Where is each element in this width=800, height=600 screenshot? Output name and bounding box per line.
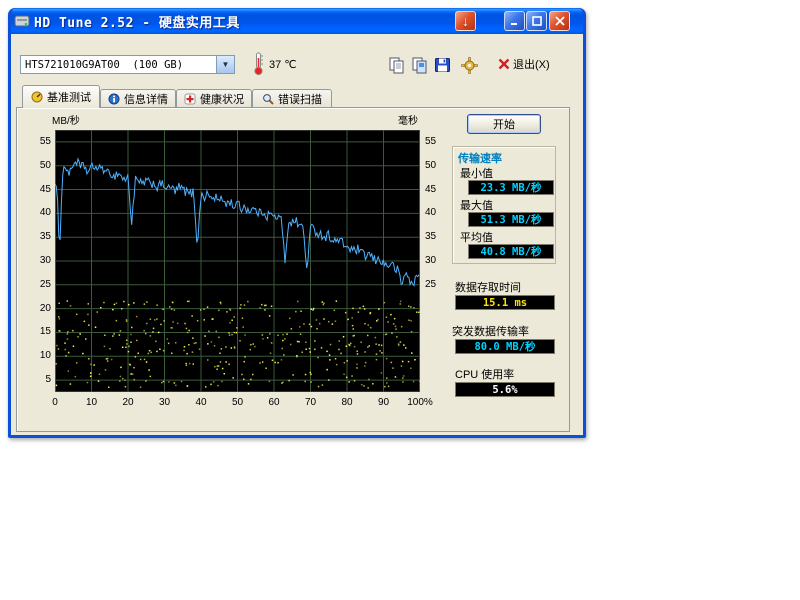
x-tick: 30 — [159, 397, 170, 408]
tab-health[interactable]: 健康状况 — [176, 89, 252, 107]
y-left-tick: 25 — [19, 279, 51, 290]
health-tab-icon — [184, 93, 196, 105]
burst-rate-value: 80.0 MB/秒 — [455, 339, 555, 354]
y-left-tick: 5 — [19, 374, 51, 385]
y-left-tick: 50 — [19, 160, 51, 171]
tab-error-scan[interactable]: 错误扫描 — [252, 89, 332, 107]
x-tick: 70 — [305, 397, 316, 408]
minimize-button[interactable] — [504, 11, 525, 31]
tab-info-label: 信息详情 — [124, 91, 168, 107]
cpu-usage-label: CPU 使用率 — [455, 366, 514, 382]
y-left-tick: 40 — [19, 207, 51, 218]
close-icon — [555, 16, 565, 26]
hdtune-window: HD Tune 2.52 - 硬盘实用工具 ↓ HTS721010G9AT00 … — [8, 8, 586, 438]
exit-x-icon — [498, 58, 510, 70]
thermometer-icon — [253, 52, 264, 76]
avg-label: 平均值 — [460, 229, 493, 245]
magnifier-tab-icon — [262, 93, 274, 105]
y-right-tick: 50 — [425, 160, 436, 171]
y-left-tick: 55 — [19, 136, 51, 147]
access-time-value: 15.1 ms — [455, 295, 555, 310]
x-tick: 50 — [232, 397, 243, 408]
app-icon — [14, 13, 30, 29]
close-button[interactable] — [549, 11, 570, 31]
temperature-value: 37 ℃ — [269, 58, 297, 71]
y-right-tick: 40 — [425, 207, 436, 218]
benchmark-tab-icon — [31, 91, 43, 103]
info-tab-icon — [108, 93, 120, 105]
maximize-icon — [532, 16, 542, 26]
benchmark-chart — [55, 130, 420, 392]
avg-value: 40.8 MB/秒 — [468, 244, 554, 259]
cpu-usage-value: 5.6% — [455, 382, 555, 397]
x-tick: 20 — [122, 397, 133, 408]
y-right-tick: 30 — [425, 255, 436, 266]
window-body: HTS721010G9AT00 (100 GB) ▼ 37 ℃ — [11, 34, 583, 435]
tab-info[interactable]: 信息详情 — [100, 89, 176, 107]
max-label: 最大值 — [460, 197, 493, 213]
transfer-rate-title: 传输速率 — [458, 150, 502, 166]
x-tick: 40 — [195, 397, 206, 408]
copy-image-icon — [411, 57, 428, 74]
y-left-tick: 15 — [19, 326, 51, 337]
x-tick: 90 — [378, 397, 389, 408]
x-tick: 60 — [268, 397, 279, 408]
y-left-tick: 30 — [19, 255, 51, 266]
copy-image-button[interactable] — [408, 54, 430, 76]
save-screenshot-button[interactable] — [431, 54, 453, 76]
x-tick: 10 — [86, 397, 97, 408]
left-axis-title: MB/秒 — [52, 112, 80, 127]
titlebar[interactable]: HD Tune 2.52 - 硬盘实用工具 ↓ — [11, 8, 583, 34]
save-icon — [434, 57, 451, 74]
tab-health-label: 健康状况 — [200, 91, 244, 107]
exit-button[interactable]: 退出(X) — [495, 55, 553, 73]
access-time-label: 数据存取时间 — [455, 279, 521, 295]
download-button[interactable]: ↓ — [455, 11, 476, 31]
download-arrow-icon: ↓ — [462, 14, 469, 28]
min-value: 23.3 MB/秒 — [468, 180, 554, 195]
y-left-tick: 20 — [19, 303, 51, 314]
minimize-icon — [510, 16, 520, 26]
temperature-indicator: 37 ℃ — [253, 52, 297, 76]
tab-benchmark-label: 基准测试 — [47, 89, 91, 105]
exit-label: 退出(X) — [513, 56, 550, 72]
min-label: 最小值 — [460, 165, 493, 181]
maximize-button[interactable] — [526, 11, 547, 31]
x-tick: 0 — [52, 397, 58, 408]
drive-select[interactable]: HTS721010G9AT00 (100 GB) ▼ — [20, 55, 235, 74]
chevron-down-icon[interactable]: ▼ — [216, 56, 234, 73]
y-right-tick: 55 — [425, 136, 436, 147]
tab-error-scan-label: 错误扫描 — [278, 91, 322, 107]
y-right-tick: 35 — [425, 231, 436, 242]
y-left-tick: 45 — [19, 184, 51, 195]
drive-select-value: HTS721010G9AT00 (100 GB) — [21, 59, 216, 71]
y-right-tick: 45 — [425, 184, 436, 195]
desktop: HD Tune 2.52 - 硬盘实用工具 ↓ HTS721010G9AT00 … — [0, 0, 800, 600]
copy-text-icon — [388, 57, 405, 74]
window-title: HD Tune 2.52 - 硬盘实用工具 — [34, 12, 240, 31]
tab-benchmark[interactable]: 基准测试 — [22, 85, 100, 108]
start-button[interactable]: 开始 — [467, 114, 541, 134]
copy-text-button[interactable] — [385, 54, 407, 76]
gear-icon — [461, 57, 478, 74]
options-button[interactable] — [458, 54, 480, 76]
burst-rate-label: 突发数据传输率 — [452, 323, 529, 339]
y-left-tick: 10 — [19, 350, 51, 361]
x-tick: 100% — [407, 397, 433, 408]
max-value: 51.3 MB/秒 — [468, 212, 554, 227]
right-axis-title: 毫秒 — [398, 112, 418, 127]
x-tick: 80 — [341, 397, 352, 408]
y-right-tick: 25 — [425, 279, 436, 290]
y-left-tick: 35 — [19, 231, 51, 242]
